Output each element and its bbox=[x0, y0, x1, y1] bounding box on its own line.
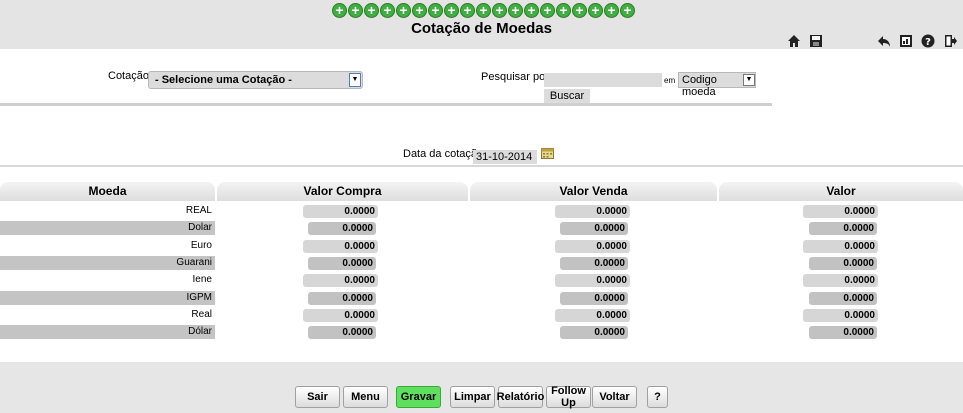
value-field-compra[interactable]: 0.0000 bbox=[308, 222, 376, 236]
plus-icon[interactable]: + bbox=[492, 3, 507, 18]
table-row-moeda: Dólar bbox=[0, 325, 215, 340]
value-field-venda[interactable]: 0.0000 bbox=[555, 205, 630, 218]
value-field-valor[interactable]: 0.0000 bbox=[803, 205, 878, 218]
plus-icon[interactable]: + bbox=[444, 3, 459, 18]
em-label: em bbox=[664, 76, 676, 85]
value-field-compra[interactable]: 0.0000 bbox=[308, 326, 376, 340]
value-field-valor[interactable]: 0.0000 bbox=[809, 222, 877, 236]
report-icon[interactable] bbox=[898, 34, 914, 48]
column-header-valor-compra: Valor Compra bbox=[217, 182, 468, 201]
plus-icon[interactable]: + bbox=[588, 3, 603, 18]
value-field-venda[interactable]: 0.0000 bbox=[560, 256, 628, 270]
gravar-button[interactable]: Gravar bbox=[396, 386, 441, 408]
value-field-venda[interactable]: 0.0000 bbox=[555, 239, 630, 253]
chevron-down-icon[interactable]: ▼ bbox=[349, 73, 361, 87]
plus-icon[interactable]: + bbox=[428, 3, 443, 18]
plus-icon-strip: + + + + + + + + + + + + + + + + + + + bbox=[332, 3, 648, 21]
sair-button[interactable]: Sair bbox=[295, 386, 340, 408]
svg-text:?: ? bbox=[925, 37, 931, 48]
help-button[interactable]: ? bbox=[647, 386, 668, 408]
plus-icon[interactable]: + bbox=[540, 3, 555, 18]
search-input[interactable] bbox=[544, 73, 662, 87]
plus-icon[interactable]: + bbox=[332, 3, 347, 18]
table-row-moeda: Euro bbox=[190, 239, 212, 251]
logout-icon[interactable] bbox=[943, 34, 959, 48]
plus-icon[interactable]: + bbox=[348, 3, 363, 18]
value-field-valor[interactable]: 0.0000 bbox=[803, 308, 878, 322]
cotacao-select[interactable]: - Selecione uma Cotação - ▼ bbox=[148, 71, 363, 89]
value-field-compra[interactable]: 0.0000 bbox=[303, 274, 378, 288]
value-field-venda[interactable]: 0.0000 bbox=[555, 274, 630, 288]
plus-icon[interactable]: + bbox=[412, 3, 427, 18]
table-row-moeda: Guarani bbox=[0, 255, 215, 270]
value-field-venda[interactable]: 0.0000 bbox=[560, 291, 628, 305]
value-field-valor[interactable]: 0.0000 bbox=[809, 326, 877, 340]
cotacao-select-value: - Selecione uma Cotação - bbox=[155, 74, 292, 86]
save-disk-icon[interactable] bbox=[808, 34, 824, 48]
search-field-select[interactable]: Codigo moeda ▼ bbox=[678, 72, 756, 98]
value-field-venda[interactable]: 0.0000 bbox=[555, 308, 630, 322]
value-field-compra[interactable]: 0.0000 bbox=[308, 256, 376, 270]
value-field-venda[interactable]: 0.0000 bbox=[560, 222, 628, 236]
value-field-venda[interactable]: 0.0000 bbox=[560, 326, 628, 340]
limpar-button[interactable]: Limpar bbox=[450, 386, 495, 408]
value-field-compra[interactable]: 0.0000 bbox=[303, 239, 378, 253]
plus-icon[interactable]: + bbox=[476, 3, 491, 18]
buscar-button[interactable]: Buscar bbox=[544, 89, 590, 103]
search-label: Pesquisar por: bbox=[481, 71, 552, 83]
value-field-compra[interactable]: 0.0000 bbox=[303, 308, 378, 322]
value-field-valor[interactable]: 0.0000 bbox=[803, 239, 878, 253]
plus-icon[interactable]: + bbox=[364, 3, 379, 18]
page: + + + + + + + + + + + + + + + + + + + Cotação de Moedas ? … bbox=[0, 0, 963, 413]
value-field-valor[interactable]: 0.0000 bbox=[809, 256, 877, 270]
plus-icon[interactable]: + bbox=[572, 3, 587, 18]
search-field-value: Codigo moeda bbox=[682, 74, 717, 98]
value-field-valor[interactable]: 0.0000 bbox=[809, 291, 877, 305]
help-icon[interactable]: ? bbox=[920, 34, 936, 48]
column-header-moeda: Moeda bbox=[0, 182, 215, 201]
plus-icon[interactable]: + bbox=[604, 3, 619, 18]
value-field-compra[interactable]: 0.0000 bbox=[303, 205, 378, 218]
date-label: Data da cotação bbox=[403, 148, 484, 160]
plus-icon[interactable]: + bbox=[524, 3, 539, 18]
divider bbox=[0, 103, 772, 106]
column-header-valor: Valor bbox=[719, 182, 963, 201]
plus-icon[interactable]: + bbox=[508, 3, 523, 18]
value-field-compra[interactable]: 0.0000 bbox=[308, 291, 376, 305]
chevron-down-icon[interactable]: ▼ bbox=[743, 74, 755, 86]
value-field-valor[interactable]: 0.0000 bbox=[803, 274, 878, 288]
plus-icon[interactable]: + bbox=[556, 3, 571, 18]
divider bbox=[0, 165, 963, 167]
relatorio-button[interactable]: Relatório bbox=[497, 386, 544, 408]
plus-icon[interactable]: + bbox=[396, 3, 411, 18]
back-arrow-icon[interactable] bbox=[876, 34, 892, 48]
table-row-moeda: Real bbox=[191, 308, 212, 320]
date-input[interactable]: 31-10-2014 bbox=[473, 150, 537, 164]
table-row-moeda: REAL bbox=[185, 205, 212, 216]
plus-icon[interactable]: + bbox=[620, 3, 635, 18]
table-row-moeda: Dolar bbox=[0, 221, 215, 236]
home-icon[interactable] bbox=[786, 34, 802, 48]
plus-icon[interactable]: + bbox=[460, 3, 475, 18]
table-row-moeda: Iene bbox=[192, 274, 212, 286]
table-row-moeda: IGPM bbox=[0, 290, 215, 305]
calendar-icon[interactable] bbox=[541, 148, 554, 159]
voltar-button[interactable]: Voltar bbox=[592, 386, 637, 408]
header-bar: + + + + + + + + + + + + + + + + + + + Cotação de Moedas ? bbox=[0, 0, 963, 49]
cotacao-label: Cotação bbox=[108, 70, 149, 82]
menu-button[interactable]: Menu bbox=[343, 386, 388, 408]
column-header-valor-venda: Valor Venda bbox=[470, 182, 717, 201]
plus-icon[interactable]: + bbox=[380, 3, 395, 18]
follow-up-button[interactable]: Follow Up bbox=[546, 385, 591, 409]
